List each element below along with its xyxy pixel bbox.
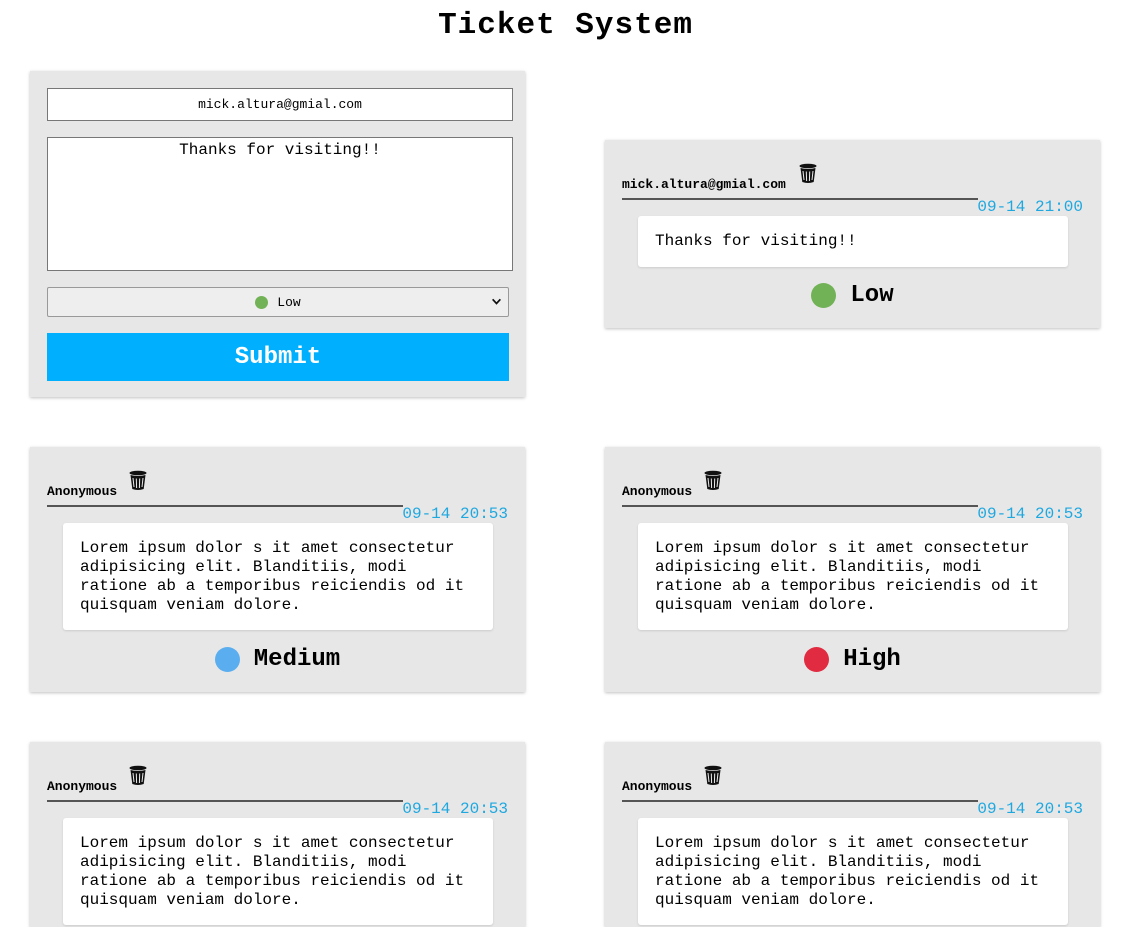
ticket-timestamp: 09-14 20:53 — [977, 800, 1083, 818]
ticket-priority: Medium — [30, 646, 525, 673]
ticket-message: Lorem ipsum dolor s it amet consectetur … — [638, 818, 1068, 925]
ticket-message: Lorem ipsum dolor s it amet consectetur … — [63, 818, 493, 925]
ticket-message: Lorem ipsum dolor s it amet consectetur … — [638, 523, 1068, 630]
ticket-divider — [47, 505, 403, 507]
page-title: Ticket System — [438, 8, 693, 43]
ticket-divider — [47, 800, 403, 802]
trash-icon[interactable] — [798, 162, 818, 184]
ticket-priority: High — [605, 646, 1100, 673]
ticket-divider — [622, 505, 978, 507]
blue-circle-icon — [214, 647, 240, 672]
trash-icon[interactable] — [703, 764, 723, 786]
ticket-author: Anonymous — [622, 779, 693, 794]
ticket-timestamp: 09-14 20:53 — [402, 505, 508, 523]
email-field[interactable] — [47, 88, 513, 121]
priority-select-value: Low — [277, 294, 301, 310]
ticket-form: Thanks for visiting!! Low Submit — [30, 71, 525, 397]
ticket-author: Anonymous — [47, 779, 118, 794]
ticket-timestamp: 09-14 20:53 — [977, 505, 1083, 523]
chevron-down-icon — [492, 298, 501, 305]
green-circle-icon — [255, 295, 269, 309]
ticket-card: Anonymous 09-14 20:53 Lorem ipsum dolor … — [605, 742, 1100, 927]
ticket-timestamp: 09-14 20:53 — [402, 800, 508, 818]
trash-icon[interactable] — [703, 469, 723, 491]
message-textarea[interactable]: Thanks for visiting!! — [47, 137, 513, 271]
submit-button[interactable]: Submit — [47, 333, 509, 381]
ticket-card: Anonymous 09-14 20:53 Lorem ipsum dolor … — [30, 742, 525, 927]
ticket-author: mick.altura@gmial.com — [622, 177, 786, 192]
ticket-card: Anonymous 09-14 20:53 Lorem ipsum dolor … — [605, 447, 1100, 692]
ticket-card: mick.altura@gmial.com 09-14 21:00 Thanks… — [605, 140, 1100, 328]
priority-label: Low — [850, 282, 894, 309]
ticket-message: Lorem ipsum dolor s it amet consectetur … — [63, 523, 493, 630]
ticket-message: Thanks for visiting!! — [638, 216, 1068, 267]
red-circle-icon — [804, 647, 830, 672]
ticket-divider — [622, 198, 978, 200]
priority-label: Medium — [253, 646, 341, 673]
ticket-author: Anonymous — [47, 484, 118, 499]
ticket-divider — [622, 800, 978, 802]
ticket-priority: Low — [605, 282, 1100, 309]
green-circle-icon — [811, 283, 837, 308]
ticket-card: Anonymous 09-14 20:53 Lorem ipsum dolor … — [30, 447, 525, 692]
ticket-author: Anonymous — [622, 484, 693, 499]
ticket-timestamp: 09-14 21:00 — [977, 198, 1083, 216]
trash-icon[interactable] — [128, 469, 148, 491]
priority-label: High — [843, 646, 901, 673]
priority-select[interactable]: Low — [47, 287, 509, 317]
trash-icon[interactable] — [128, 764, 148, 786]
